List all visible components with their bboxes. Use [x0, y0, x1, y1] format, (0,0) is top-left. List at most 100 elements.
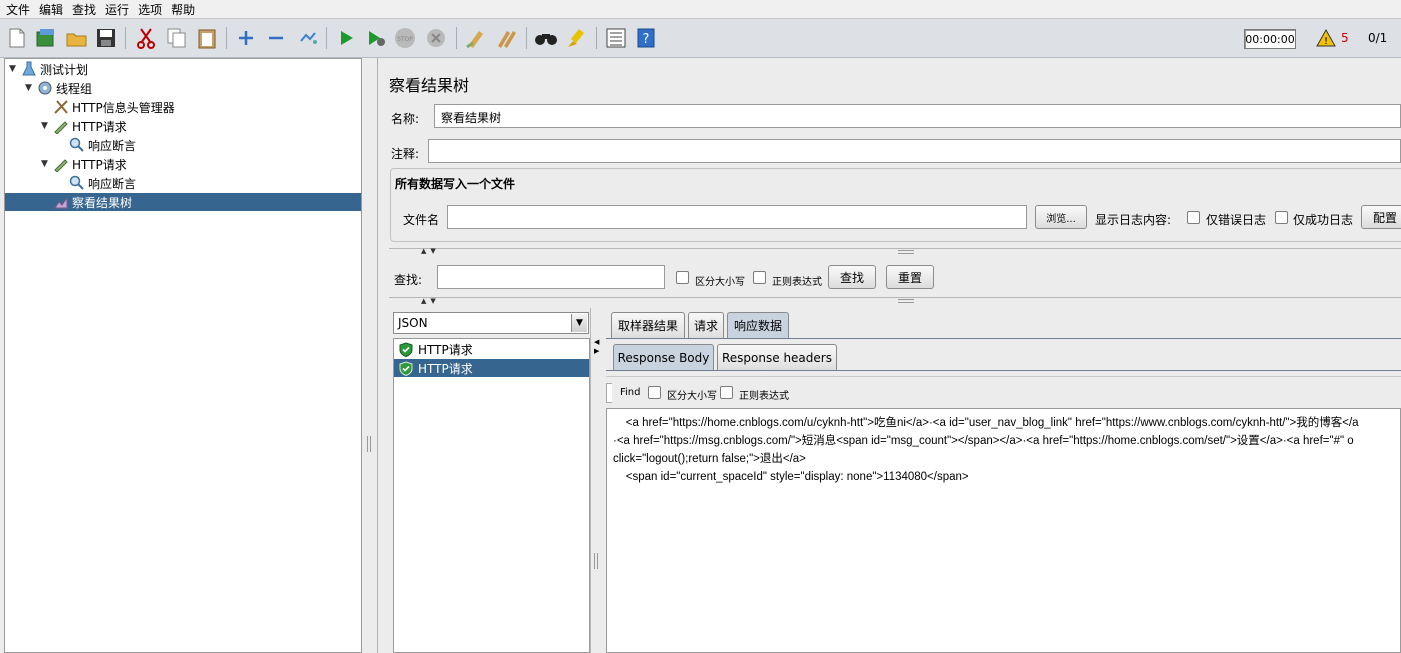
body-case-sensitive-checkbox[interactable]: [648, 386, 661, 399]
write-to-file-group: 所有数据写入一个文件 文件名 浏览... 显示日志内容: 仅错误日志 仅成功日志…: [390, 168, 1401, 242]
listener-icon: [53, 194, 69, 210]
warning-count[interactable]: 5: [1341, 31, 1349, 45]
menu-file[interactable]: 文件: [6, 1, 30, 18]
tab-response-data[interactable]: 响应数据: [727, 312, 789, 338]
tree-node-thread-group[interactable]: 线程组: [37, 79, 92, 97]
configure-button[interactable]: 配置: [1361, 205, 1401, 229]
name-label: 名称:: [391, 112, 420, 126]
function-helper-icon[interactable]: [604, 26, 628, 50]
find-label: Find: [620, 387, 641, 398]
tree-node-header-manager[interactable]: HTTP信息头管理器: [53, 98, 175, 116]
sampler-icon: [53, 118, 69, 134]
menu-bar: 文件 编辑 查找 运行 选项 帮助: [0, 0, 1401, 18]
open-icon[interactable]: [65, 26, 89, 50]
result-row[interactable]: HTTP请求: [394, 340, 589, 358]
toolbar: STOP ? 00:00:00 ! 5 0/1: [0, 18, 1401, 58]
templates-icon[interactable]: [34, 26, 58, 50]
start-icon[interactable]: [334, 26, 358, 50]
collapse-toggle[interactable]: ▼: [41, 159, 48, 169]
tab-response-headers[interactable]: Response headers: [717, 344, 837, 370]
find-button[interactable]: 查找: [828, 265, 876, 289]
menu-run[interactable]: 运行: [105, 1, 129, 18]
regex-checkbox[interactable]: [753, 271, 766, 284]
collapse-toggle[interactable]: ▼: [41, 121, 48, 131]
divider-grip[interactable]: [898, 250, 914, 254]
success-shield-icon: [399, 342, 413, 360]
results-list[interactable]: HTTP请求 HTTP请求: [393, 338, 590, 653]
success-only-checkbox[interactable]: [1275, 211, 1288, 224]
warning-icon[interactable]: !: [1316, 28, 1336, 50]
clear-all-icon[interactable]: [494, 26, 518, 50]
tab-request[interactable]: 请求: [688, 312, 724, 338]
collapse-icon[interactable]: [264, 26, 288, 50]
clear-icon[interactable]: [464, 26, 488, 50]
response-body-text[interactable]: <a href="https://home.cnblogs.com/u/cykn…: [606, 408, 1401, 653]
help-icon[interactable]: ?: [634, 26, 658, 50]
paste-icon[interactable]: [195, 26, 219, 50]
view-results-tree-panel: 察看结果树 名称: 察看结果树 注释: 所有数据写入一个文件 文件名 浏览...…: [379, 58, 1401, 653]
test-plan-tree[interactable]: ▼ 测试计划 ▼ 线程组 HTTP信息头管理器 ▼ HTTP请求 响应断言 ▼ …: [4, 58, 362, 653]
group-title: 所有数据写入一个文件: [395, 177, 516, 191]
name-field[interactable]: 察看结果树: [434, 104, 1401, 128]
page-title: 察看结果树: [389, 76, 470, 95]
case-sensitive-checkbox[interactable]: [676, 271, 689, 284]
new-icon[interactable]: [5, 26, 29, 50]
panel-divider[interactable]: [389, 297, 1401, 305]
success-shield-icon: [399, 361, 413, 379]
find-bar-handle[interactable]: [606, 383, 612, 403]
comment-field[interactable]: [428, 139, 1401, 163]
menu-search[interactable]: 查找: [72, 1, 96, 18]
comment-label: 注释:: [391, 147, 420, 161]
tab-response-body[interactable]: Response Body: [613, 344, 714, 370]
search-icon[interactable]: [534, 26, 558, 50]
save-icon[interactable]: [94, 26, 118, 50]
cut-icon[interactable]: [134, 26, 158, 50]
reset-search-icon[interactable]: [564, 26, 588, 50]
results-splitter[interactable]: ◀ ▶: [590, 308, 600, 653]
renderer-select[interactable]: JSON ▼: [393, 312, 589, 334]
toggle-icon[interactable]: [296, 26, 320, 50]
menu-edit[interactable]: 编辑: [39, 1, 63, 18]
search-label: 查找:: [394, 273, 423, 287]
tree-node-test-plan[interactable]: 测试计划: [21, 60, 88, 78]
collapse-toggle[interactable]: ▼: [25, 83, 32, 93]
stop-icon[interactable]: STOP: [393, 26, 417, 50]
collapse-toggle[interactable]: ▼: [9, 64, 16, 74]
tab-sampler-result[interactable]: 取样器结果: [611, 312, 685, 338]
response-body-content: <a href="https://home.cnblogs.com/u/cykn…: [613, 417, 1359, 483]
chevron-down-icon[interactable]: ▼: [571, 314, 587, 332]
start-no-pause-icon[interactable]: [364, 26, 388, 50]
splitter-arrows[interactable]: ◀ ▶: [594, 338, 599, 356]
errors-only-label: 仅错误日志: [1206, 213, 1267, 227]
menu-help[interactable]: 帮助: [171, 1, 195, 18]
tree-splitter[interactable]: [362, 58, 378, 653]
menu-options[interactable]: 选项: [138, 1, 162, 18]
search-input[interactable]: [437, 265, 665, 289]
body-regex-label: 正则表达式: [739, 391, 789, 402]
svg-text:STOP: STOP: [397, 36, 413, 43]
divider-arrows[interactable]: ▲▼: [421, 297, 440, 305]
shutdown-icon[interactable]: [424, 26, 448, 50]
result-row-selected[interactable]: HTTP请求: [394, 359, 589, 377]
browse-button[interactable]: 浏览...: [1035, 205, 1087, 229]
splitter-grip[interactable]: [594, 553, 598, 569]
tree-node-assertion-2[interactable]: 响应断言: [69, 174, 136, 192]
divider-grip[interactable]: [898, 299, 914, 303]
success-only-label: 仅成功日志: [1293, 213, 1354, 227]
tree-node-assertion-1[interactable]: 响应断言: [69, 136, 136, 154]
splitter-grip[interactable]: [367, 436, 371, 452]
reset-button[interactable]: 重置: [886, 265, 934, 289]
tree-node-http-request-1[interactable]: HTTP请求: [53, 117, 127, 135]
body-regex-checkbox[interactable]: [720, 386, 733, 399]
svg-text:?: ?: [643, 32, 650, 47]
divider-arrows[interactable]: ▲▼: [421, 247, 440, 255]
panel-divider[interactable]: [389, 248, 1401, 256]
expand-icon[interactable]: [234, 26, 258, 50]
sampler-icon: [53, 156, 69, 172]
filename-field[interactable]: [447, 205, 1027, 229]
elapsed-timer: 00:00:00: [1244, 29, 1296, 49]
tree-node-view-results-tree[interactable]: 察看结果树: [5, 193, 361, 211]
tree-node-http-request-2[interactable]: HTTP请求: [53, 155, 127, 173]
errors-only-checkbox[interactable]: [1187, 211, 1200, 224]
copy-icon[interactable]: [165, 26, 189, 50]
